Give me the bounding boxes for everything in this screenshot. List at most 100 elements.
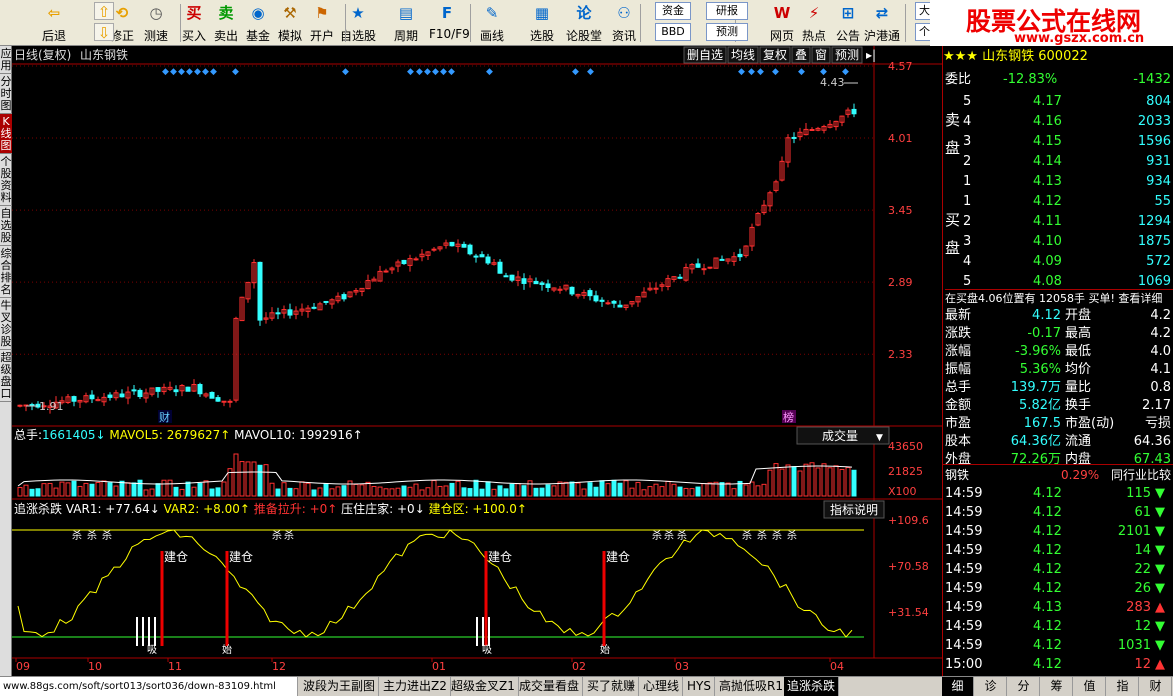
quote-tab-5[interactable]: 指 [1107,677,1139,696]
chart-canvas[interactable]: 日线(复权) 山东钢铁 删自选 均线 复权叠窗预测 ▸| 4.57 4.01 3.45 2.89 2… [12,46,942,676]
sell-volume: 931 [1146,154,1171,169]
volume-bar [545,484,551,497]
sell-level: 2 [963,154,972,169]
left-tab-2[interactable]: K线图 [0,114,12,154]
toolbar-notice-button[interactable]: ⊞ 公告 [830,2,866,44]
quote-tab-2[interactable]: 分 [1008,677,1040,696]
quote-tab-0[interactable]: 细 [942,677,974,696]
candle-body [311,306,317,309]
sell-row: 3 4.15 1596 [943,132,1173,152]
toolbar-buy-button[interactable]: 买买入 [176,2,212,44]
volume-bar [803,463,809,497]
quote-panel: ★★★ 山东钢铁 600022 委比 -12.83% -1432 卖盘 5 4.17 804 4… [942,46,1173,696]
kline-chart-area[interactable]: 日线(复权) 山东钢铁 删自选 均线 复权叠窗预测 ▸| 4.57 4.01 3.45 2.89 2… [12,46,942,676]
toolbar-label: 资讯 [611,29,636,43]
forecast-button[interactable]: 预测 [706,23,748,41]
tick-volume: 2101 [1117,524,1151,539]
stat-value: 5.82亿 [1019,398,1061,413]
indicator-tab-6[interactable]: HYS [684,677,715,696]
volume-bar [191,486,197,497]
start-signal-label: 始 [222,643,232,656]
toolbar-period-button[interactable]: ▤ 周期 [388,2,424,44]
arrow-down-icon: ▼ [1155,581,1165,596]
toolbar-speed-test-button[interactable]: ◷ 测速 [138,2,174,44]
volume-bar [209,488,215,497]
candle-body [617,304,623,308]
buy-volume: 1875 [1137,234,1171,249]
toolbar-stock-select-button[interactable]: ▦ 选股 [524,2,560,44]
quote-tab-3[interactable]: 筹 [1041,677,1073,696]
toolbar-simulate-button[interactable]: ⚒ 模拟 [272,2,308,44]
left-tab-5[interactable]: 综合排名 [0,246,12,298]
volume-bar [281,482,287,497]
volume-bar [239,461,245,497]
toolbar-back-arrow-button[interactable]: ⇦ 后退 [36,2,72,44]
indicator-tab-4[interactable]: 买了就赚 [584,677,640,696]
indicator-tab-5[interactable]: 心理线 [640,677,684,696]
candle-body [677,276,683,279]
toolbar-news-button[interactable]: ⚇ 资讯 [606,2,642,44]
toolbar-forum-button[interactable]: 论论股堂 [566,2,602,44]
candle-body [431,248,437,251]
indicator-tab-1[interactable]: 主力进出Z2 [380,677,451,696]
quote-tab-1[interactable]: 诊 [975,677,1007,696]
signal-diamond-icon: ◆ [587,67,594,77]
toolbar-open-account-button[interactable]: ⚑ 开户 [304,2,340,44]
left-tab-7[interactable]: 超级盘口 [0,350,12,402]
toolbar-label: 公告 [835,29,860,43]
toolbar-draw-line-button[interactable]: ✎ 画线 [474,2,510,44]
nav-down-icon[interactable]: ⇩ [94,23,114,42]
left-tab-1[interactable]: 分时图 [0,74,12,114]
volume-bar [215,487,221,497]
toolbar-f10-button[interactable]: F F10/F9 [429,2,470,44]
toolbar-fund-button[interactable]: ◉ 基金 [240,2,276,44]
stat-value: 4.0 [1150,344,1171,359]
left-tab-0[interactable]: 应用 [0,46,12,74]
stat-row: 涨跌 -0.17 最高 4.2 [943,324,1173,344]
candle-body [17,404,23,407]
candle-body [155,387,161,392]
left-tab-3[interactable]: 个股资料 [0,154,12,206]
toolbar-label: 周期 [393,29,418,43]
quote-tab-6[interactable]: 财 [1140,677,1172,696]
toolbar-hotspot-button[interactable]: ⚡ 热点 [796,2,832,44]
kill-signal-label: 杀 [272,529,282,542]
sell-level: 5 [963,94,972,109]
toolbar-sell-button[interactable]: 卖卖出 [208,2,244,44]
indicator-tab-2[interactable]: 超级金叉Z1 [448,677,519,696]
volume-bar [815,467,821,497]
volume-bar [449,482,455,497]
toolbar-web-button[interactable]: W 网页 [764,2,800,44]
nav-up-icon[interactable]: ⇧ [94,2,114,21]
zijin-button[interactable]: 资金 [655,2,691,20]
big-order-notice[interactable]: 在买盘4.06位置有 12058手 买单! 查看详细 [945,289,1173,305]
expand-arrow-icon[interactable]: ▸| [866,48,876,62]
candle-body [611,300,617,304]
research-report-button[interactable]: 研报 [706,2,748,20]
tick-volume: 12 [1134,657,1151,672]
indicator-tab-8[interactable]: 追涨杀跌 [784,677,840,696]
candle-body [221,400,227,403]
toolbar-hk-connect-button[interactable]: ⇄ 沪港通 [864,2,900,44]
candle-body [599,299,605,302]
toolbar-separator [905,4,906,42]
tick-row: 14:59 4.12 1031 ▼ [943,636,1173,656]
volume-bar [371,485,377,497]
tick-price: 4.12 [1033,619,1062,634]
indicator-tab-0[interactable]: 波段为王副图 [300,677,380,696]
indicator-tab-7[interactable]: 高抛低吸R1 [716,677,787,696]
chart-stock-name: 山东钢铁 [80,48,128,62]
stat-value: 0.8 [1150,380,1171,395]
arrow-down-icon: ▼ [1155,486,1165,501]
left-tab-4[interactable]: 自选股 [0,206,12,246]
f10-icon: F [441,4,453,22]
sell-volume: 934 [1146,174,1171,189]
signal-diamond-icon: ◆ [186,67,193,77]
quote-tab-4[interactable]: 值 [1074,677,1106,696]
bbd-button[interactable]: BBD [655,23,691,41]
indicator-tab-3[interactable]: 成交量看盘 [516,677,584,696]
volume-bar [341,485,347,497]
left-tab-6[interactable]: 牛叉诊股 [0,298,12,350]
kill-signal-label: 杀 [72,529,82,542]
candle-body [119,393,125,398]
